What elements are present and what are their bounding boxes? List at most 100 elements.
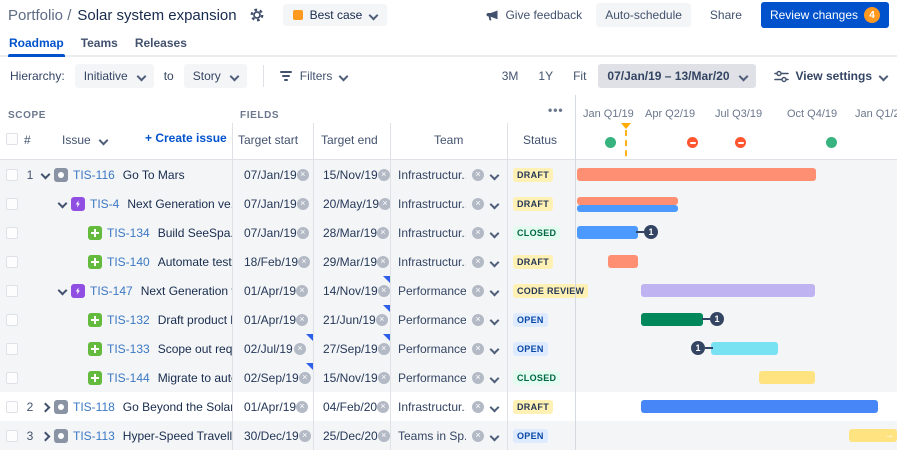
tab-roadmap[interactable]: Roadmap <box>8 32 65 55</box>
team-cell[interactable]: Infrastructur... <box>390 189 507 218</box>
clear-icon[interactable] <box>296 285 308 297</box>
target-start-cell[interactable]: 01/Apr/19 <box>232 305 313 334</box>
scenario-selector[interactable]: Best case <box>283 4 388 26</box>
gantt-bar[interactable] <box>641 400 878 413</box>
share-button[interactable]: Share <box>701 3 751 27</box>
team-cell[interactable]: Teams in Sp... <box>390 421 507 450</box>
target-end-cell[interactable]: 14/Nov/19 <box>313 276 390 305</box>
team-cell[interactable]: Infrastructur... <box>390 218 507 247</box>
team-cell[interactable]: Performance... <box>390 276 507 305</box>
timeline-cell[interactable]: 1 <box>575 218 897 247</box>
target-start-cell[interactable]: 02/Jul/19 <box>232 334 313 363</box>
table-row[interactable]: 1TIS-116Go To Mars 07/Jan/19 15/Nov/19 I… <box>0 160 897 189</box>
filters-dropdown[interactable]: Filters <box>280 69 348 83</box>
target-start-cell[interactable]: 18/Feb/19 <box>232 247 313 276</box>
status-column-header[interactable]: Status <box>523 133 557 147</box>
row-checkbox[interactable] <box>6 401 18 413</box>
row-checkbox[interactable] <box>6 314 18 326</box>
clear-icon[interactable] <box>472 285 484 297</box>
expander-icon[interactable] <box>38 167 54 183</box>
release-blocked-icon[interactable] <box>735 137 746 148</box>
clear-icon[interactable] <box>299 430 311 442</box>
clear-icon[interactable] <box>378 169 390 181</box>
table-row[interactable]: TIS-133 Scope out require 02/Jul/19 27/Se… <box>0 334 897 363</box>
timeline-cell[interactable]: 1 <box>575 305 897 334</box>
row-checkbox[interactable] <box>6 169 18 181</box>
table-row[interactable]: TIS-134Build SeeSpa... 07/Jan/19 28/Mar/… <box>0 218 897 247</box>
timeline-cell[interactable] <box>575 160 897 189</box>
issue-key-link[interactable]: TIS-133 <box>107 342 150 356</box>
target-end-cell[interactable]: 29/Mar/19 <box>313 247 390 276</box>
issue-summary[interactable]: Migrate to automa <box>158 371 232 385</box>
gantt-bar[interactable] <box>577 168 816 181</box>
row-checkbox[interactable] <box>6 430 18 442</box>
target-end-cell[interactable]: 27/Sep/19 <box>313 334 390 363</box>
create-issue-button[interactable]: + Create issue <box>145 131 227 145</box>
timeline-cell[interactable] <box>575 189 897 218</box>
gantt-bar[interactable] <box>641 313 703 326</box>
status-cell[interactable]: CLOSED <box>507 218 575 247</box>
clear-icon[interactable] <box>472 314 484 326</box>
team-cell[interactable]: Infrastructur... <box>390 392 507 421</box>
table-row[interactable]: TIS-147Next Generation versi 01/Apr/19 1… <box>0 276 897 305</box>
status-cell[interactable]: OPEN <box>507 334 575 363</box>
status-cell[interactable]: OPEN <box>507 305 575 334</box>
row-checkbox[interactable] <box>6 343 18 355</box>
issue-summary[interactable]: Next Generation ve... <box>127 197 232 211</box>
give-feedback-button[interactable]: Give feedback <box>486 8 582 22</box>
gantt-bar[interactable] <box>711 342 778 355</box>
issue-summary[interactable]: Automate tests fo <box>158 255 232 269</box>
rollup-count-badge[interactable]: 1 <box>691 341 705 355</box>
hierarchy-to-dropdown[interactable]: Story <box>184 64 247 88</box>
clear-icon[interactable] <box>378 372 390 384</box>
gantt-bar[interactable]: → <box>849 429 897 442</box>
table-row[interactable]: TIS-140Automate tests fo 18/Feb/19 29/Ma… <box>0 247 897 276</box>
issue-key-link[interactable]: TIS-4 <box>90 197 119 211</box>
clear-icon[interactable] <box>377 401 389 413</box>
issue-key-link[interactable]: TIS-144 <box>107 371 150 385</box>
clear-icon[interactable] <box>472 343 484 355</box>
issue-summary[interactable]: Go Beyond the Solar Syst <box>123 400 232 414</box>
clear-icon[interactable] <box>294 343 306 355</box>
date-range-selector[interactable]: 07/Jan/19 – 13/Mar/20 <box>598 64 755 88</box>
target-end-cell[interactable]: 21/Jun/19 <box>313 305 390 334</box>
status-cell[interactable]: CLOSED <box>507 363 575 392</box>
row-checkbox[interactable] <box>6 285 18 297</box>
zoom-3m-button[interactable]: 3M <box>494 65 527 87</box>
issue-key-link[interactable]: TIS-116 <box>73 168 115 182</box>
zoom-1y-button[interactable]: 1Y <box>530 65 561 87</box>
target-start-cell[interactable]: 07/Jan/19 <box>232 218 313 247</box>
review-changes-button[interactable]: Review changes 4 <box>761 2 889 28</box>
clear-icon[interactable] <box>296 314 308 326</box>
timeline-cell[interactable] <box>575 276 897 305</box>
gantt-bar[interactable] <box>759 371 815 384</box>
target-start-cell[interactable]: 30/Dec/19 <box>232 421 313 450</box>
issue-summary[interactable]: Scope out require <box>158 342 232 356</box>
timeline-cell[interactable]: → <box>575 421 897 450</box>
issue-key-link[interactable]: TIS-134 <box>107 226 150 240</box>
table-row[interactable]: 3TIS-113Hyper-Speed Travelling 30/Dec/19… <box>0 421 897 450</box>
hierarchy-from-dropdown[interactable]: Initiative <box>75 64 154 88</box>
expander-icon[interactable] <box>55 283 71 299</box>
table-row[interactable]: TIS-4Next Generation ve... 07/Jan/19 20/… <box>0 189 897 218</box>
issue-summary[interactable]: Draft product laur <box>158 313 232 327</box>
row-checkbox[interactable] <box>6 256 18 268</box>
table-row[interactable]: 2TIS-118Go Beyond the Solar Syst 01/Apr/… <box>0 392 897 421</box>
target-start-cell[interactable]: 02/Sep/19 <box>232 363 313 392</box>
team-cell[interactable]: Performance... <box>390 334 507 363</box>
clear-icon[interactable] <box>472 169 484 181</box>
team-cell[interactable]: Performance... <box>390 305 507 334</box>
team-column-header[interactable]: Team <box>434 133 463 147</box>
target-start-cell[interactable]: 07/Jan/19 <box>232 189 313 218</box>
target-start-column-header[interactable]: Target start <box>238 133 298 147</box>
clear-icon[interactable] <box>472 227 484 239</box>
status-cell[interactable]: CODE REVIEW <box>507 276 575 305</box>
clear-icon[interactable] <box>472 198 484 210</box>
plan-settings-button[interactable] <box>249 7 265 23</box>
issue-key-link[interactable]: TIS-147 <box>90 284 133 298</box>
release-on-track-icon[interactable] <box>605 137 616 148</box>
tab-teams[interactable]: Teams <box>80 32 119 55</box>
release-blocked-icon[interactable] <box>687 137 698 148</box>
target-end-cell[interactable]: 28/Mar/19 <box>313 218 390 247</box>
rollup-count-badge[interactable]: 1 <box>644 225 658 239</box>
